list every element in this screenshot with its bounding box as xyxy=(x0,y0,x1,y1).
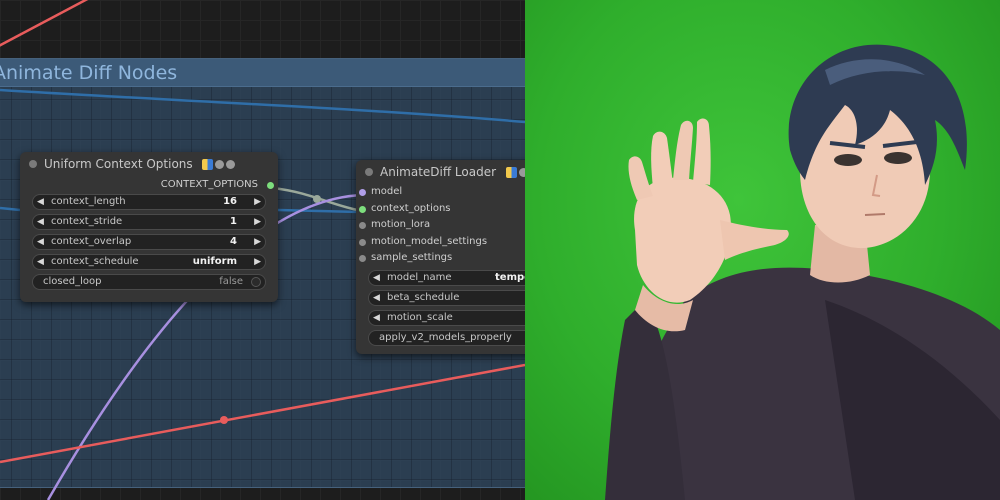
input-label: motion_lora xyxy=(371,219,431,230)
previous-option-arrow-icon[interactable]: ◀ xyxy=(373,271,380,285)
decrement-arrow-icon[interactable]: ◀ xyxy=(373,311,380,325)
input-model[interactable]: model xyxy=(356,184,525,201)
input-label: motion_model_settings xyxy=(371,235,488,247)
pinky-finger xyxy=(628,156,653,200)
toggle-knob-icon[interactable] xyxy=(251,277,261,287)
node-status-dot-icon xyxy=(365,168,373,176)
index-finger xyxy=(693,118,711,185)
group-title[interactable]: Animate Diff Nodes xyxy=(0,59,525,87)
output-label: CONTEXT_OPTIONS xyxy=(160,179,258,190)
increment-arrow-icon[interactable]: ▶ xyxy=(254,235,261,249)
decrement-arrow-icon[interactable]: ◀ xyxy=(37,235,44,249)
info-badge-icon xyxy=(226,159,236,169)
increment-arrow-icon[interactable]: ▶ xyxy=(254,215,261,229)
input-socket[interactable] xyxy=(359,238,366,246)
input-socket[interactable] xyxy=(359,222,366,229)
beta-schedule-combo[interactable]: ◀ beta_schedule xyxy=(368,289,525,306)
decrement-arrow-icon[interactable]: ◀ xyxy=(37,195,44,209)
anime-character-illustration xyxy=(605,44,1000,500)
widget-value: 16 xyxy=(223,196,237,207)
input-socket[interactable] xyxy=(359,255,366,262)
middle-finger xyxy=(673,120,693,180)
node-title: Uniform Context Options xyxy=(44,157,193,171)
output-image xyxy=(525,0,1000,500)
node-status-dot-icon xyxy=(29,160,37,168)
input-socket[interactable] xyxy=(359,189,366,196)
input-label: model xyxy=(371,186,403,197)
closed-loop-toggle[interactable]: closed_loop false xyxy=(32,274,266,290)
increment-arrow-icon[interactable]: ▶ xyxy=(254,195,261,209)
widget-label: model_name xyxy=(387,271,452,283)
next-option-arrow-icon[interactable]: ▶ xyxy=(254,255,261,269)
node-badges xyxy=(202,152,236,176)
info-badge-icon xyxy=(215,159,225,169)
node-title: AnimateDiff Loader xyxy=(380,165,497,179)
input-context-options[interactable]: context_options xyxy=(356,201,525,218)
mask-badge-icon xyxy=(505,166,517,178)
previous-option-arrow-icon[interactable]: ◀ xyxy=(373,291,380,305)
node-canvas[interactable]: Animate Diff Nodes Uniform Context Optio… xyxy=(0,0,525,500)
input-motion-model-settings[interactable]: motion_model_settings xyxy=(356,234,525,251)
thumb xyxy=(720,220,789,260)
input-socket[interactable] xyxy=(359,205,366,213)
model-name-combo[interactable]: ◀ model_name tempor xyxy=(368,269,525,286)
wire-red-top xyxy=(0,0,89,47)
output-socket[interactable] xyxy=(267,182,274,189)
mask-badge-icon xyxy=(202,158,214,170)
previous-option-arrow-icon[interactable]: ◀ xyxy=(37,255,44,269)
right-eye xyxy=(884,152,912,164)
widget-label: motion_scale xyxy=(387,311,453,323)
widget-value: uniform xyxy=(192,256,237,267)
widget-label: context_length xyxy=(51,196,126,207)
mouth xyxy=(864,213,886,216)
widget-value: 4 xyxy=(230,236,237,247)
context-options-node[interactable]: Uniform Context Options CONTEXT_OPTIONS … xyxy=(20,152,278,302)
widget-value: 1 xyxy=(230,216,237,227)
left-eye xyxy=(834,154,862,166)
context-schedule-widget[interactable]: ◀ context_schedule uniform ▶ xyxy=(32,254,266,270)
node-header[interactable]: Uniform Context Options xyxy=(20,152,278,176)
decrement-arrow-icon[interactable]: ◀ xyxy=(37,215,44,229)
widget-label: apply_v2_models_properly xyxy=(379,331,512,343)
output-context-options[interactable]: CONTEXT_OPTIONS xyxy=(20,176,278,194)
context-overlap-widget[interactable]: ◀ context_overlap 4 ▶ xyxy=(32,234,266,250)
input-label: sample_settings xyxy=(371,252,453,263)
widget-label: context_schedule xyxy=(51,256,139,267)
ring-finger xyxy=(651,131,673,188)
apply-v2-models-toggle[interactable]: apply_v2_models_properly xyxy=(368,329,525,346)
node-badges xyxy=(505,160,525,184)
node-header[interactable]: AnimateDiff Loader xyxy=(356,160,525,184)
input-label: context_options xyxy=(371,202,451,214)
motion-scale-widget[interactable]: ◀ motion_scale xyxy=(368,309,525,326)
animatediff-loader-node[interactable]: AnimateDiff Loader model context_options… xyxy=(356,160,525,354)
widget-value: false xyxy=(219,276,243,287)
input-sample-settings[interactable]: sample_settings xyxy=(356,250,525,267)
widget-value: tempor xyxy=(495,271,525,283)
context-stride-widget[interactable]: ◀ context_stride 1 ▶ xyxy=(32,214,266,230)
input-motion-lora[interactable]: motion_lora xyxy=(356,217,525,234)
context-length-widget[interactable]: ◀ context_length 16 ▶ xyxy=(32,194,266,210)
widget-label: closed_loop xyxy=(43,276,102,287)
widget-label: context_overlap xyxy=(51,236,132,247)
widget-label: beta_schedule xyxy=(387,291,460,303)
widget-label: context_stride xyxy=(51,216,123,227)
